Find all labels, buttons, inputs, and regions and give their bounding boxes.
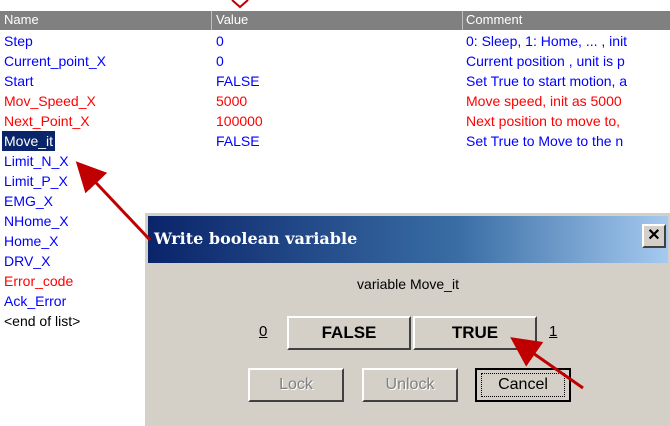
dialog-titlebar[interactable]: Write boolean variable ✕ [148,216,668,263]
table-row[interactable]: Limit_N_X [0,151,670,171]
row-name: Step [4,33,33,49]
row-value: FALSE [216,133,260,149]
column-header-comment[interactable]: Comment [466,12,522,27]
row-name: DRV_X [4,253,51,269]
table-row[interactable]: Mov_Speed_X 5000 Move speed, init as 500… [0,91,670,111]
row-name: Home_X [4,233,59,249]
column-header-value[interactable]: Value [216,12,248,27]
row-name: Limit_N_X [4,153,69,169]
table-row[interactable]: EMG_X [0,191,670,211]
row-value: FALSE [216,73,260,89]
row-name: Next_Point_X [4,113,90,129]
row-name: EMG_X [4,193,54,209]
true-value-label: 1 [549,323,558,340]
row-comment: Set True to Move to the n [466,133,624,149]
row-name: Current_point_X [4,53,106,69]
cancel-button-label: Cancel [498,376,548,393]
row-value: 5000 [216,93,248,109]
row-name: Limit_P_X [4,173,68,189]
unlock-button[interactable]: Unlock [362,368,458,402]
table-row[interactable]: Current_point_X 0 Current position , uni… [0,51,670,71]
dialog-title: Write boolean variable [154,229,358,248]
cancel-button[interactable]: Cancel [475,368,571,402]
row-comment: Set True to start motion, a [466,73,628,89]
row-comment: Next position to move to, [466,113,621,129]
table-row[interactable]: Next_Point_X 100000 Next position to mov… [0,111,670,131]
row-name: NHome_X [4,213,69,229]
column-divider[interactable] [211,11,212,30]
column-header-name[interactable]: Name [4,12,39,27]
table-row[interactable]: Step 0 0: Sleep, 1: Home, ... , init [0,31,670,51]
table-row-selected[interactable]: Move_it FALSE Set True to Move to the n [0,131,670,151]
false-value-label: 0 [259,323,268,340]
row-name: Start [4,73,34,89]
table-row[interactable]: Start FALSE Set True to start motion, a [0,71,670,91]
row-comment: 0: Sleep, 1: Home, ... , init [466,33,628,49]
table-row[interactable]: Limit_P_X [0,171,670,191]
row-name: Mov_Speed_X [4,93,96,109]
arrow-top-fragment [231,0,249,9]
row-value: 0 [216,33,224,49]
row-name: <end of list> [4,313,81,329]
list-header: Name Value Comment [0,11,670,30]
true-button[interactable]: TRUE [413,316,537,350]
row-value: 100000 [216,113,263,129]
row-name: Ack_Error [4,293,67,309]
false-button[interactable]: FALSE [287,316,411,350]
row-comment: Current position , unit is p [466,53,625,69]
variable-label: variable Move_it [357,276,459,292]
lock-button[interactable]: Lock [248,368,344,402]
row-value: 0 [216,53,224,69]
row-name: Move_it [2,131,56,151]
row-name: Error_code [4,273,74,289]
write-boolean-dialog: Write boolean variable ✕ variable Move_i… [144,212,670,426]
row-comment: Move speed, init as 5000 [466,93,622,109]
close-icon[interactable]: ✕ [642,224,666,248]
column-divider[interactable] [462,11,463,30]
